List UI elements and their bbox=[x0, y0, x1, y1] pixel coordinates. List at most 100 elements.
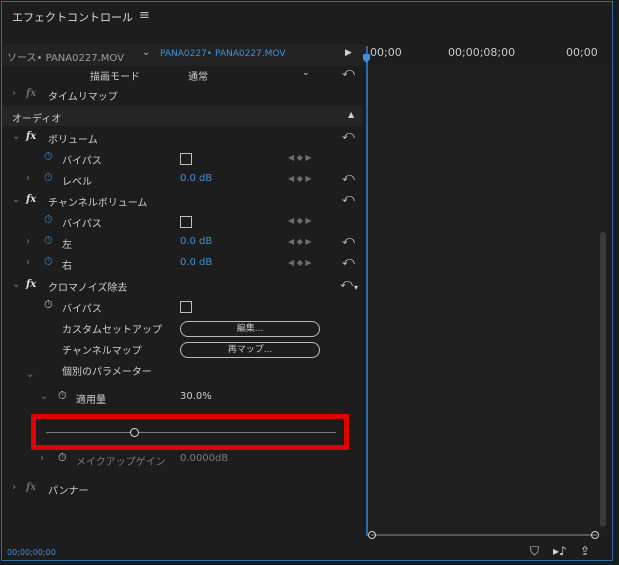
chevron-right-icon[interactable]: › bbox=[12, 482, 16, 493]
scroll-handle-right[interactable] bbox=[591, 531, 599, 539]
channel-bypass-row: ⏱ バイパス ◀ ◆ ▶ bbox=[2, 211, 362, 231]
filter-icon[interactable]: ⛉ bbox=[530, 544, 539, 559]
collapse-up-icon[interactable]: ▲ bbox=[348, 110, 354, 119]
sequence-clip-label[interactable]: PANA0227• PANA0227.MOV bbox=[160, 49, 285, 59]
hamburger-menu-icon[interactable]: ≡ bbox=[139, 8, 150, 23]
chevron-down-icon[interactable]: ⌄ bbox=[40, 391, 48, 402]
level-value[interactable]: 0.0 bbox=[180, 173, 196, 184]
timeline-area[interactable] bbox=[365, 66, 612, 534]
level-row: › ⏱ レベル 0.0 dB ◀ ◆ ▶ ⤺ bbox=[2, 169, 362, 189]
fx-icon[interactable]: fx bbox=[26, 194, 36, 205]
custom-setup-row: カスタムセットアップ 編集... bbox=[2, 317, 362, 337]
fx-icon[interactable]: fx bbox=[26, 279, 36, 290]
bypass-checkbox[interactable] bbox=[180, 216, 192, 228]
current-timecode[interactable]: 00;00;00;00 bbox=[7, 548, 56, 557]
left-value[interactable]: 0.0 bbox=[180, 236, 196, 247]
chevron-down-icon[interactable]: ⌄ bbox=[26, 369, 34, 380]
left-channel-row: › ⏱ 左 0.0 dB ◀ ◆ ▶ ⤺ bbox=[2, 232, 362, 252]
stopwatch-icon[interactable]: ⏱ bbox=[44, 213, 53, 227]
reset-icon[interactable]: ⤺ bbox=[342, 254, 355, 269]
remap-button[interactable]: 再マップ... bbox=[180, 342, 320, 358]
fx-icon[interactable]: fx bbox=[26, 88, 36, 99]
chevron-down-icon[interactable]: ⌄ bbox=[302, 68, 310, 78]
volume-row[interactable]: ⌄ fx ボリューム ⤺ bbox=[2, 127, 362, 147]
effect-controls-panel: エフェクトコントロール ≡ ソース• PANA0227.MOV ⌄ PANA02… bbox=[1, 1, 613, 561]
keyframe-nav-icon[interactable]: ◀ ◆ ▶ bbox=[288, 237, 312, 246]
makeup-gain-label: メイクアップゲイン bbox=[76, 457, 166, 468]
fx-icon[interactable]: fx bbox=[26, 482, 36, 493]
draw-mode-label: 描画モード bbox=[90, 72, 140, 83]
draw-mode-dropdown[interactable]: 通常 bbox=[188, 68, 208, 83]
reset-icon[interactable]: ⤺ bbox=[342, 65, 355, 80]
left-unit: dB bbox=[199, 236, 213, 247]
chroma-bypass-row: ⏱ バイパス bbox=[2, 296, 362, 316]
playhead-line[interactable] bbox=[366, 46, 368, 536]
draw-mode-row: 描画モード 通常 ⌄ ⤺ bbox=[2, 64, 362, 84]
channel-map-label: チャンネルマップ bbox=[62, 346, 142, 357]
keyframe-nav-icon[interactable]: ◀ ◆ ▶ bbox=[288, 216, 312, 225]
panel-footer: 00;00;00;00 ⛉ ▸♪ ⇪ bbox=[2, 543, 612, 561]
stopwatch-icon[interactable]: ⏱ bbox=[44, 298, 53, 312]
right-channel-row: › ⏱ 右 0.0 dB ◀ ◆ ▶ ⤺ bbox=[2, 253, 362, 273]
source-clip-label[interactable]: ソース• PANA0227.MOV bbox=[7, 49, 124, 64]
individual-params-row[interactable]: ⌄ 個別のパラメーター bbox=[2, 359, 362, 380]
fx-icon[interactable]: fx bbox=[26, 131, 36, 142]
stopwatch-icon[interactable]: ⏱ bbox=[44, 255, 53, 269]
bypass-checkbox[interactable] bbox=[180, 301, 192, 313]
right-value[interactable]: 0.0 bbox=[180, 257, 196, 268]
export-icon[interactable]: ⇪ bbox=[580, 544, 590, 558]
chevron-right-icon[interactable]: › bbox=[26, 173, 30, 184]
makeup-gain-value[interactable]: 0.0000dB bbox=[180, 453, 228, 464]
dropdown-arrow-icon[interactable]: ▾ bbox=[354, 283, 358, 292]
right-unit: dB bbox=[199, 257, 213, 268]
individual-params-label: 個別のパラメーター bbox=[62, 367, 152, 378]
channel-map-row: チャンネルマップ 再マップ... bbox=[2, 338, 362, 358]
reset-icon[interactable]: ⤺ bbox=[340, 276, 353, 291]
audio-section-header[interactable]: オーディオ ▲ bbox=[2, 106, 362, 126]
keyframe-nav-icon[interactable]: ◀ ◆ ▶ bbox=[288, 258, 312, 267]
play-audio-icon[interactable]: ▸♪ bbox=[553, 544, 567, 558]
chevron-down-icon[interactable]: ⌄ bbox=[12, 279, 20, 290]
play-triangle-icon[interactable]: ▶ bbox=[345, 48, 352, 58]
chroma-denoise-row[interactable]: ⌄ fx クロマノイズ除去 ⤺ ▾ bbox=[2, 275, 362, 295]
chevron-down-icon[interactable]: ⌄ bbox=[12, 194, 20, 205]
chevron-right-icon[interactable]: › bbox=[40, 453, 44, 464]
bypass-checkbox[interactable] bbox=[180, 153, 192, 165]
reset-icon[interactable]: ⤺ bbox=[342, 191, 355, 206]
stopwatch-icon[interactable]: ⏱ bbox=[44, 150, 53, 164]
chroma-denoise-label: クロマノイズ除去 bbox=[48, 283, 128, 294]
vertical-scrollbar[interactable] bbox=[600, 232, 606, 527]
stopwatch-icon[interactable]: ⏱ bbox=[44, 234, 53, 248]
scroll-track-line[interactable] bbox=[371, 534, 597, 536]
keyframe-nav-icon[interactable]: ◀ ◆ ▶ bbox=[288, 153, 312, 162]
custom-setup-label: カスタムセットアップ bbox=[62, 325, 162, 336]
reset-icon[interactable]: ⤺ bbox=[342, 233, 355, 248]
chevron-right-icon[interactable]: › bbox=[26, 257, 30, 268]
amount-label: 適用量 bbox=[76, 395, 106, 406]
stopwatch-icon[interactable]: ⏱ bbox=[58, 451, 67, 465]
chevron-down-icon[interactable]: ⌄ bbox=[12, 131, 20, 142]
reset-icon[interactable]: ⤺ bbox=[342, 170, 355, 185]
scroll-handle-left[interactable] bbox=[368, 531, 376, 539]
time-ruler[interactable]: 00;00 00;00;08;00 00;00 bbox=[366, 44, 612, 67]
amount-slider-track[interactable] bbox=[46, 432, 336, 433]
reset-icon[interactable]: ⤺ bbox=[342, 128, 355, 143]
time-remap-row[interactable]: › fx タイムリマップ bbox=[2, 84, 362, 104]
level-unit: dB bbox=[199, 173, 213, 184]
bypass-label: バイパス bbox=[62, 304, 102, 315]
stopwatch-icon[interactable]: ⏱ bbox=[58, 389, 67, 403]
bypass-label: バイパス bbox=[62, 219, 102, 230]
chevron-right-icon[interactable]: › bbox=[26, 236, 30, 247]
panner-row[interactable]: › fx パンナー bbox=[2, 478, 362, 498]
chevron-down-icon[interactable]: ⌄ bbox=[142, 47, 150, 58]
makeup-gain-row: › ⏱ メイクアップゲイン 0.0000dB bbox=[2, 449, 362, 469]
keyframe-nav-icon[interactable]: ◀ ◆ ▶ bbox=[288, 174, 312, 183]
stopwatch-icon[interactable]: ⏱ bbox=[44, 171, 53, 185]
horizontal-scrollbar[interactable] bbox=[366, 531, 612, 539]
chevron-right-icon[interactable]: › bbox=[12, 88, 16, 99]
amount-value[interactable]: 30.0% bbox=[180, 391, 212, 402]
edit-button[interactable]: 編集... bbox=[180, 321, 320, 337]
amount-slider-handle[interactable] bbox=[130, 428, 139, 437]
timecode-middle: 00;00;08;00 bbox=[448, 46, 516, 59]
channel-volume-row[interactable]: ⌄ fx チャンネルボリューム ⤺ bbox=[2, 190, 362, 210]
